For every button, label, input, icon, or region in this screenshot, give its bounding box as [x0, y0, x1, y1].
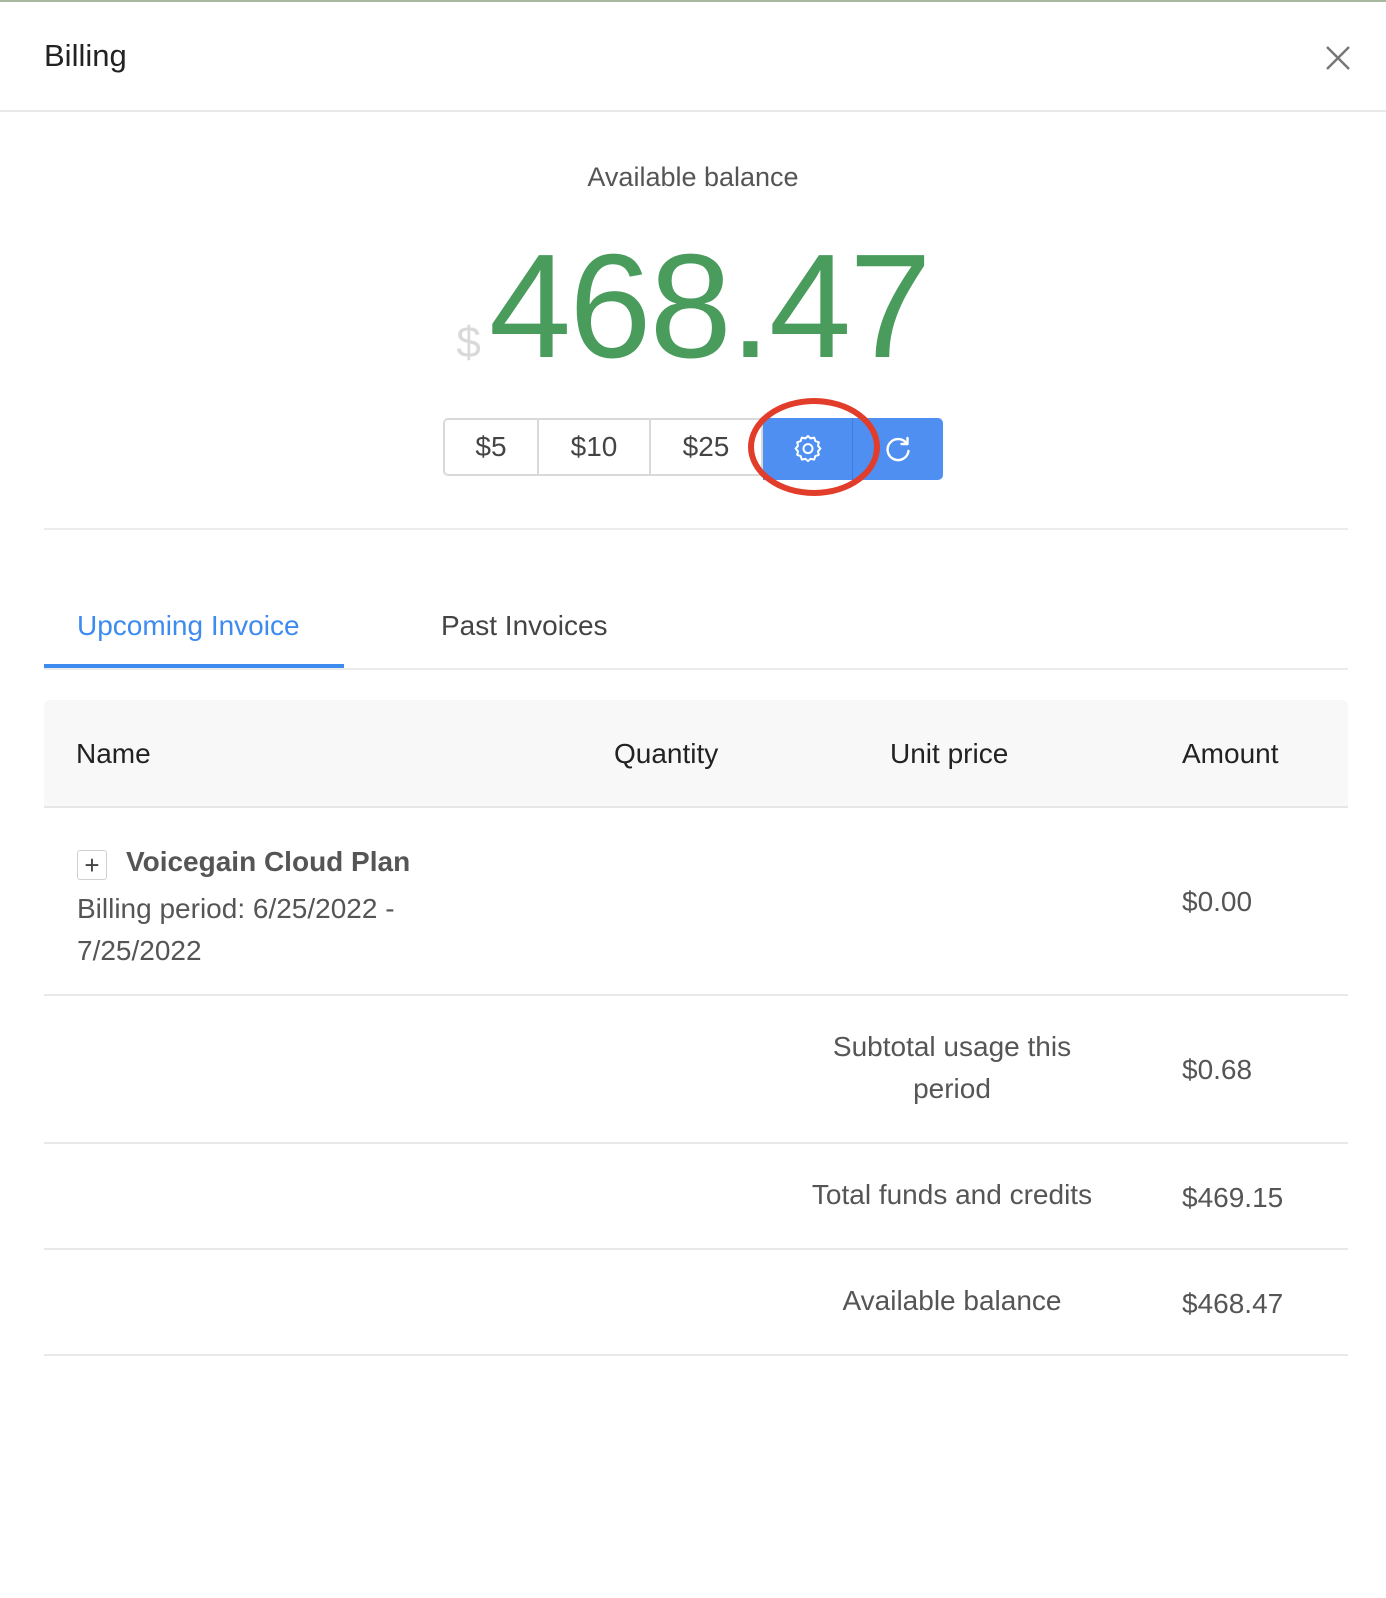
- available-balance-label: Available balance: [842, 1285, 1062, 1316]
- topup-10-button[interactable]: $10: [539, 418, 651, 476]
- balance-label: Available balance: [587, 162, 799, 192]
- modal-title: Billing: [44, 38, 127, 73]
- balance-amount: 468.47: [488, 224, 932, 389]
- close-icon: [1326, 46, 1350, 70]
- expand-row-button[interactable]: +: [77, 850, 107, 880]
- gear-icon: [794, 435, 821, 463]
- billing-period: Billing period: 6/25/2022 - 7/25/2022: [77, 893, 395, 966]
- currency-symbol: $: [456, 318, 481, 367]
- table-row-plan: + Voicegain Cloud Plan Billing period: 6…: [44, 808, 1348, 996]
- table-row-total-funds: Total funds and credits $469.15: [44, 1144, 1348, 1250]
- plan-name: Voicegain Cloud Plan: [126, 846, 411, 877]
- table-header: Name Quantity Unit price Amount: [44, 700, 1348, 808]
- modal-header: Billing: [0, 2, 1386, 112]
- topup-5-button[interactable]: $5: [443, 418, 539, 476]
- invoice-table: Name Quantity Unit price Amount + Voiceg…: [44, 700, 1348, 1356]
- total-funds-amount: $469.15: [1182, 1182, 1284, 1213]
- tab-upcoming-invoice[interactable]: Upcoming Invoice: [77, 610, 300, 642]
- active-tab-indicator: [44, 664, 344, 668]
- tab-past-invoices[interactable]: Past Invoices: [441, 610, 608, 642]
- column-header-quantity: Quantity: [614, 738, 719, 769]
- refresh-button[interactable]: [853, 418, 943, 480]
- total-funds-label: Total funds and credits: [811, 1179, 1093, 1210]
- column-header-name: Name: [76, 738, 151, 769]
- table-row-subtotal: Subtotal usage this period $0.68: [44, 996, 1348, 1144]
- plus-icon: +: [84, 850, 100, 880]
- topup-25-button[interactable]: $25: [651, 418, 763, 476]
- column-header-amount: Amount: [1182, 738, 1279, 769]
- refresh-icon: [886, 436, 910, 462]
- table-row-available-balance: Available balance $468.47: [44, 1250, 1348, 1356]
- close-button[interactable]: [1322, 42, 1354, 74]
- subtotal-label: Subtotal usage this period: [832, 1031, 1072, 1104]
- invoice-tabs: Upcoming Invoice Past Invoices: [44, 590, 1348, 670]
- settings-button[interactable]: [763, 418, 853, 480]
- section-divider: [44, 528, 1348, 530]
- column-header-unit-price: Unit price: [890, 738, 1009, 769]
- topup-button-group: $5 $10 $25: [443, 418, 943, 480]
- balance-display: $468.47: [0, 232, 1386, 382]
- available-balance-amount: $468.47: [1182, 1288, 1284, 1319]
- plan-amount: $0.00: [1182, 886, 1253, 917]
- subtotal-amount: $0.68: [1182, 1054, 1253, 1085]
